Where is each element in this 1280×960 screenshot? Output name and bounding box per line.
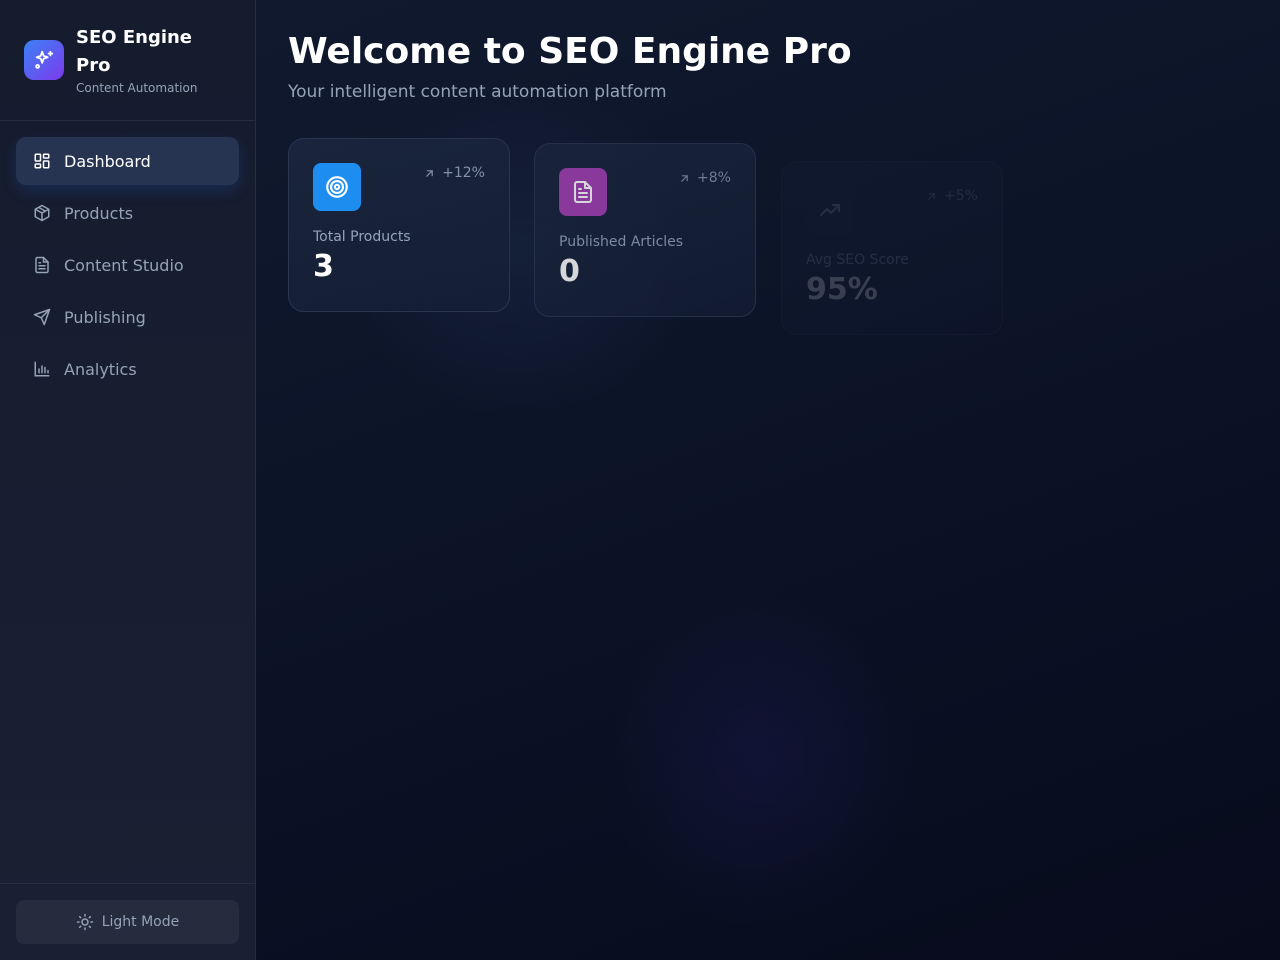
sidebar-footer: Light Mode — [0, 883, 255, 960]
brand-title: SEO Engine Pro — [76, 27, 193, 76]
sidebar-item-products[interactable]: Products — [16, 189, 239, 237]
brand-subtitle: Content Automation — [76, 81, 198, 95]
sidebar-item-publishing[interactable]: Publishing — [16, 293, 239, 341]
theme-toggle-button[interactable]: Light Mode — [16, 900, 239, 944]
stat-value: 95% — [806, 272, 878, 307]
stat-label: Avg SEO Score — [806, 252, 909, 268]
trend-value: +12% — [442, 165, 485, 181]
stat-label: Published Articles — [559, 234, 684, 250]
bar-chart-icon — [32, 359, 52, 379]
sidebar-item-label: Dashboard — [64, 151, 151, 171]
arrow-up-right-icon — [925, 190, 938, 203]
main-content: Welcome to SEO Engine Pro Your intellige… — [288, 30, 852, 102]
arrow-up-right-icon — [678, 172, 691, 185]
sidebar-item-label: Analytics — [64, 359, 137, 379]
page-subtitle: Your intelligent content automation plat… — [288, 82, 667, 102]
stat-card-total-products: +12% Total Products 3 — [288, 138, 510, 312]
sidebar-item-label: Publishing — [64, 307, 146, 327]
target-icon — [313, 163, 361, 211]
sidebar-item-label: Content Studio — [64, 255, 184, 275]
sun-icon — [76, 913, 94, 931]
page-title: Welcome to SEO Engine Pro — [288, 31, 852, 72]
sparkles-icon — [24, 40, 64, 80]
stat-label: Total Products — [313, 229, 411, 245]
package-icon — [32, 203, 52, 223]
sidebar-item-label: Products — [64, 203, 134, 223]
theme-toggle-label: Light Mode — [101, 914, 180, 930]
sidebar-item-content-studio[interactable]: Content Studio — [16, 241, 239, 289]
sidebar-nav: Dashboard Products Content Studio Publis… — [0, 121, 255, 413]
arrow-up-right-icon — [423, 167, 436, 180]
trend-value: +8% — [697, 170, 731, 186]
layout-grid-icon — [32, 151, 52, 171]
trend-value: +5% — [944, 188, 978, 204]
trend-indicator: +12% — [423, 165, 485, 181]
trend-indicator: +8% — [678, 170, 731, 186]
brand: SEO Engine Pro Content Automation — [0, 0, 255, 121]
stat-card-published-articles: +8% Published Articles 0 — [534, 143, 756, 317]
sidebar-item-dashboard[interactable]: Dashboard — [16, 137, 239, 185]
stat-card-avg-seo-score: +5% Avg SEO Score 95% — [781, 161, 1003, 335]
sidebar: SEO Engine Pro Content Automation Dashbo… — [0, 0, 256, 960]
send-icon — [32, 307, 52, 327]
stat-value: 0 — [559, 254, 580, 289]
stat-value: 3 — [313, 249, 334, 284]
file-text-icon — [32, 255, 52, 275]
file-text-icon — [559, 168, 607, 216]
trend-indicator: +5% — [925, 188, 978, 204]
sidebar-item-analytics[interactable]: Analytics — [16, 345, 239, 393]
trending-up-icon — [806, 186, 854, 234]
